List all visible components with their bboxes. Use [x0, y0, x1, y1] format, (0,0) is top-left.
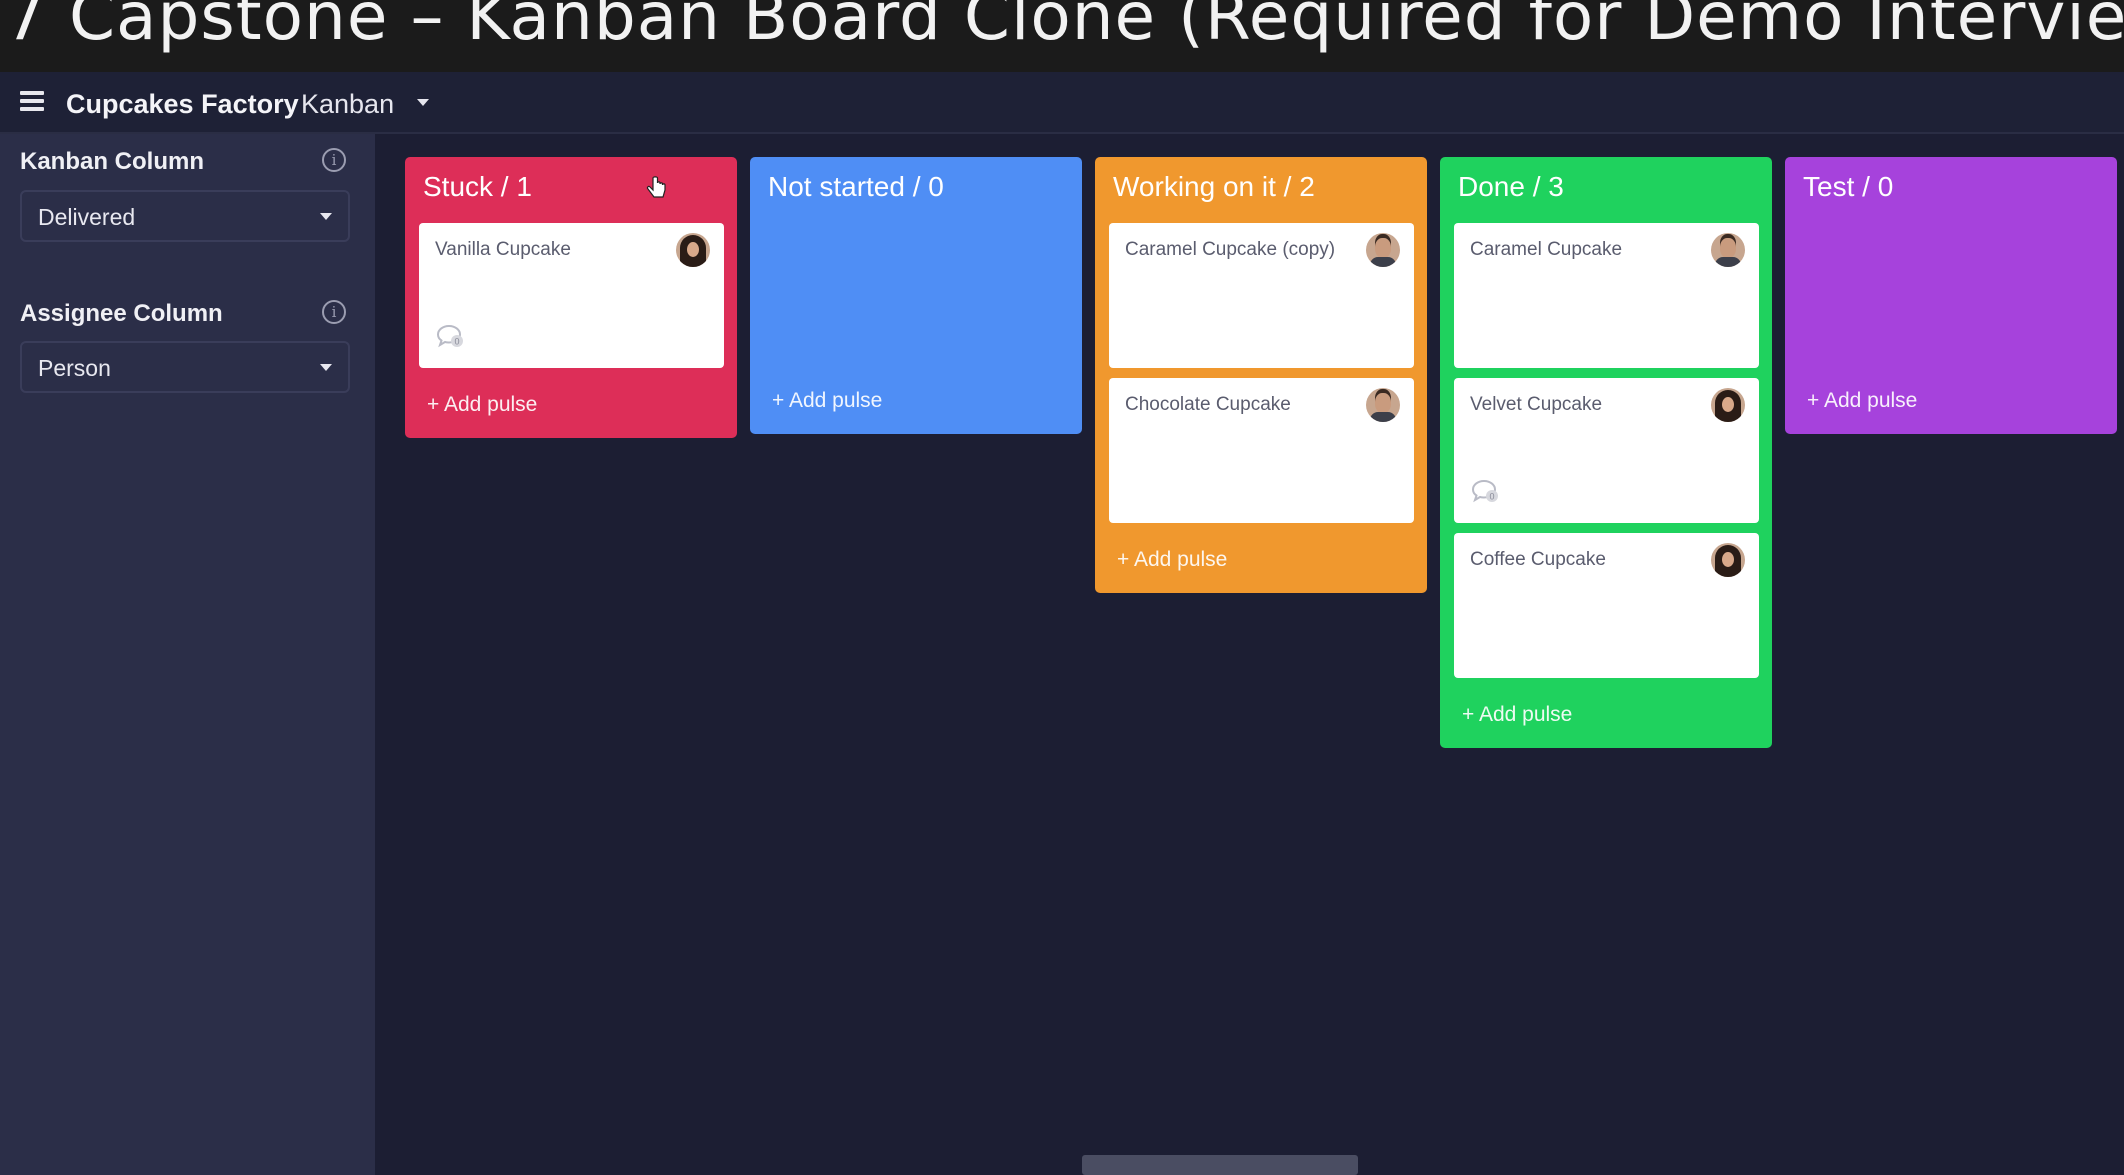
assignee-column-value: Person: [38, 355, 111, 381]
kanban-column: Working on it / 2 Caramel Cupcake (copy) C…: [1095, 157, 1427, 593]
pulse-title: Velvet Cupcake: [1470, 394, 1603, 415]
hand-cursor-icon: [646, 176, 666, 198]
add-pulse-button[interactable]: + Add pulse: [1117, 548, 1227, 572]
video-title: 7 Capstone – Kanban Board Clone (Require…: [4, 0, 2124, 55]
kanban-column: Test / 0 + Add pulse: [1785, 157, 2117, 434]
column-title[interactable]: Test / 0: [1803, 171, 1893, 203]
app-header: Cupcakes Factory Kanban: [0, 72, 2124, 134]
settings-sidebar: Kanban Column i Delivered Assignee Colum…: [0, 134, 375, 1175]
horizontal-scrollbar[interactable]: [1082, 1155, 1358, 1175]
pulse-title: Caramel Cupcake (copy): [1125, 239, 1336, 260]
assignee-avatar[interactable]: [1711, 388, 1745, 422]
pulse-card[interactable]: Chocolate Cupcake: [1109, 378, 1414, 523]
kanban-column-value: Delivered: [38, 204, 136, 230]
kanban-column: Not started / 0 + Add pulse: [750, 157, 1082, 434]
info-icon[interactable]: i: [322, 148, 346, 172]
kanban-column: Done / 3 Caramel Cupcake Velvet Cupcake 0 Co…: [1440, 157, 1772, 748]
add-pulse-button[interactable]: + Add pulse: [1807, 389, 1917, 413]
svg-text:0: 0: [454, 337, 459, 347]
pulse-title: Chocolate Cupcake: [1125, 394, 1291, 415]
column-title[interactable]: Done / 3: [1458, 171, 1564, 203]
kanban-column: Stuck / 1 Vanilla Cupcake 0 + Add pulse: [405, 157, 737, 438]
add-pulse-button[interactable]: + Add pulse: [772, 389, 882, 413]
pulse-card[interactable]: Vanilla Cupcake 0: [419, 223, 724, 368]
menu-icon[interactable]: [20, 88, 44, 114]
board-name: Cupcakes Factory: [66, 89, 299, 119]
pulse-card[interactable]: Caramel Cupcake: [1454, 223, 1759, 368]
svg-text:0: 0: [1489, 492, 1494, 502]
info-icon[interactable]: i: [322, 300, 346, 324]
add-pulse-button[interactable]: + Add pulse: [427, 393, 537, 417]
assignee-avatar[interactable]: [1366, 233, 1400, 267]
column-title[interactable]: Stuck / 1: [423, 171, 532, 203]
pulse-title: Vanilla Cupcake: [435, 239, 571, 260]
pulse-card[interactable]: Coffee Cupcake: [1454, 533, 1759, 678]
pulse-title: Coffee Cupcake: [1470, 549, 1606, 570]
assignee-avatar[interactable]: [1711, 233, 1745, 267]
pulse-card[interactable]: Caramel Cupcake (copy): [1109, 223, 1414, 368]
pulse-card[interactable]: Velvet Cupcake 0: [1454, 378, 1759, 523]
video-title-banner: 7 Capstone – Kanban Board Clone (Require…: [0, 0, 2124, 72]
chat-bubble-icon[interactable]: 0: [435, 323, 465, 349]
chevron-down-icon[interactable]: [417, 99, 429, 106]
kanban-column-select[interactable]: Delivered: [20, 190, 350, 242]
view-selector[interactable]: Kanban: [301, 89, 394, 120]
chevron-down-icon: [320, 364, 332, 371]
kanban-column-label: Kanban Column: [20, 148, 204, 175]
chevron-down-icon: [320, 213, 332, 220]
assignee-avatar[interactable]: [1366, 388, 1400, 422]
add-pulse-button[interactable]: + Add pulse: [1462, 703, 1572, 727]
column-title[interactable]: Not started / 0: [768, 171, 944, 203]
assignee-column-select[interactable]: Person: [20, 341, 350, 393]
column-title[interactable]: Working on it / 2: [1113, 171, 1315, 203]
assignee-avatar[interactable]: [1711, 543, 1745, 577]
assignee-avatar[interactable]: [676, 233, 710, 267]
chat-bubble-icon[interactable]: 0: [1470, 478, 1500, 504]
pulse-title: Caramel Cupcake: [1470, 239, 1623, 260]
assignee-column-label: Assignee Column: [20, 300, 223, 327]
